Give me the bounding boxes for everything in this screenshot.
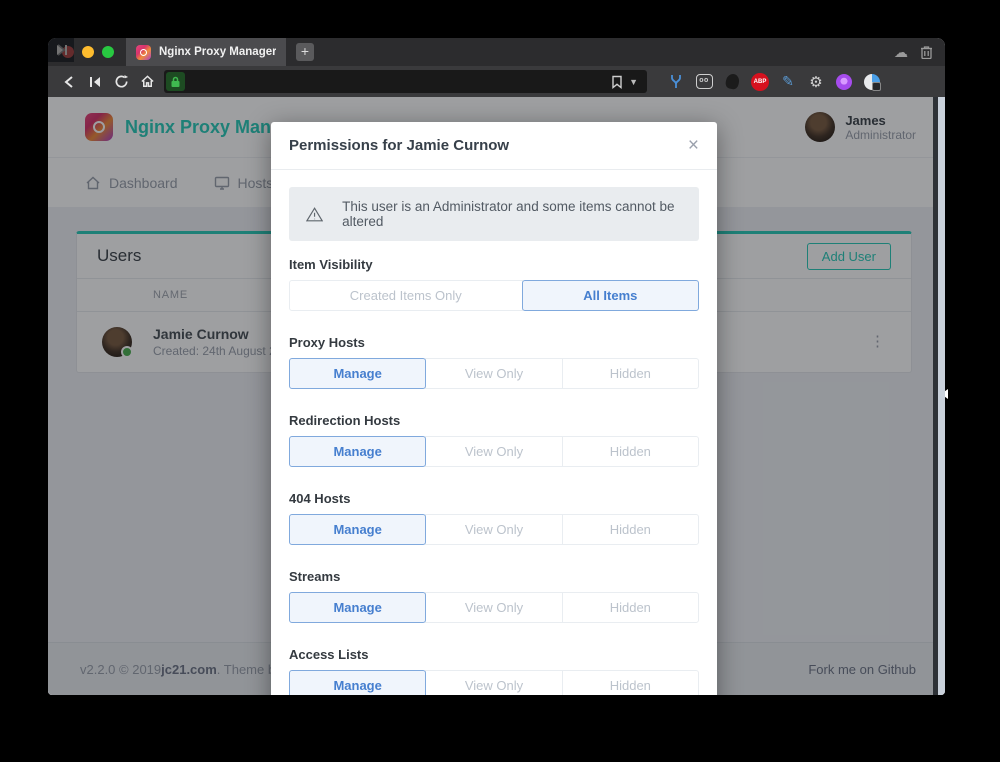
home-icon[interactable] xyxy=(134,70,160,94)
page-scrollbar[interactable] xyxy=(938,97,945,695)
access-lists-manage-button[interactable]: Manage xyxy=(289,670,426,695)
bookmark-dropdown-icon[interactable]: ▼ xyxy=(629,77,638,87)
warning-icon xyxy=(306,206,323,223)
first-tab-icon[interactable] xyxy=(82,70,108,94)
browser-titlebar: Nginx Proxy Manager + ☁ xyxy=(48,38,945,66)
redirection-hosts-view-only-button[interactable]: View Only xyxy=(425,436,562,467)
back-icon[interactable] xyxy=(56,70,82,94)
404-hosts-view-only-button[interactable]: View Only xyxy=(425,514,562,545)
ssl-lock-icon[interactable] xyxy=(166,72,185,91)
settings-extension-icon[interactable]: ⚙ xyxy=(807,73,825,91)
streams-view-only-button[interactable]: View Only xyxy=(425,592,562,623)
redirection-hosts-manage-button[interactable]: Manage xyxy=(289,436,426,467)
privacy-extension-icon[interactable] xyxy=(863,73,881,91)
permissions-modal: Permissions for Jamie Curnow × This user… xyxy=(271,122,717,695)
proxy-hosts-manage-button[interactable]: Manage xyxy=(289,358,426,389)
visibility-created-only-button[interactable]: Created Items Only xyxy=(289,280,523,311)
access-lists-group: Manage View Only Hidden xyxy=(289,670,699,695)
zoom-window-button[interactable] xyxy=(102,46,114,58)
gnome-extension-icon[interactable] xyxy=(723,73,741,91)
streams-manage-button[interactable]: Manage xyxy=(289,592,426,623)
visibility-label: Item Visibility xyxy=(289,257,699,272)
404-hosts-group: Manage View Only Hidden xyxy=(289,514,699,545)
redirection-hosts-label: Redirection Hosts xyxy=(289,413,699,428)
browser-window: Nginx Proxy Manager + ☁ xyxy=(48,38,945,695)
streams-group: Manage View Only Hidden xyxy=(289,592,699,623)
reload-icon[interactable] xyxy=(108,70,134,94)
modal-title: Permissions for Jamie Curnow xyxy=(289,137,688,154)
tab-title: Nginx Proxy Manager xyxy=(159,46,276,58)
streams-hidden-button[interactable]: Hidden xyxy=(562,592,699,623)
new-tab-button[interactable]: + xyxy=(296,43,314,61)
address-bar[interactable]: ▼ xyxy=(164,70,647,93)
extension-icons: oo ABP ✎ ⚙ xyxy=(667,73,881,91)
fork-extension-icon[interactable] xyxy=(667,73,685,91)
visibility-group: Created Items Only All Items xyxy=(289,280,699,311)
last-tab-icon[interactable] xyxy=(48,38,74,62)
close-icon[interactable]: × xyxy=(688,138,699,154)
browser-toolbar: ▼ oo ABP ✎ ⚙ xyxy=(48,66,945,97)
alert-text: This user is an Administrator and some i… xyxy=(342,199,682,229)
container-extension-icon[interactable]: oo xyxy=(695,73,713,91)
404-hosts-hidden-button[interactable]: Hidden xyxy=(562,514,699,545)
cloud-icon[interactable]: ☁ xyxy=(894,44,908,61)
adblock-extension-icon[interactable]: ABP xyxy=(751,73,769,91)
404-hosts-manage-button[interactable]: Manage xyxy=(289,514,426,545)
proxy-hosts-label: Proxy Hosts xyxy=(289,335,699,350)
npm-favicon-icon xyxy=(136,45,151,60)
access-lists-hidden-button[interactable]: Hidden xyxy=(562,670,699,695)
proxy-hosts-hidden-button[interactable]: Hidden xyxy=(562,358,699,389)
access-lists-view-only-button[interactable]: View Only xyxy=(425,670,562,695)
streams-label: Streams xyxy=(289,569,699,584)
404-hosts-label: 404 Hosts xyxy=(289,491,699,506)
access-lists-label: Access Lists xyxy=(289,647,699,662)
admin-alert: This user is an Administrator and some i… xyxy=(289,187,699,241)
visibility-all-items-button[interactable]: All Items xyxy=(522,280,699,311)
page-content: Nginx Proxy Manager James Administrator … xyxy=(48,97,945,695)
redirection-hosts-hidden-button[interactable]: Hidden xyxy=(562,436,699,467)
trash-icon[interactable] xyxy=(920,45,933,59)
proxy-hosts-group: Manage View Only Hidden xyxy=(289,358,699,389)
redirection-hosts-group: Manage View Only Hidden xyxy=(289,436,699,467)
bookmark-icon[interactable] xyxy=(611,75,623,89)
pen-extension-icon[interactable]: ✎ xyxy=(779,73,797,91)
purple-extension-icon[interactable] xyxy=(835,73,853,91)
browser-tab[interactable]: Nginx Proxy Manager xyxy=(126,38,286,66)
proxy-hosts-view-only-button[interactable]: View Only xyxy=(425,358,562,389)
minimize-window-button[interactable] xyxy=(82,46,94,58)
